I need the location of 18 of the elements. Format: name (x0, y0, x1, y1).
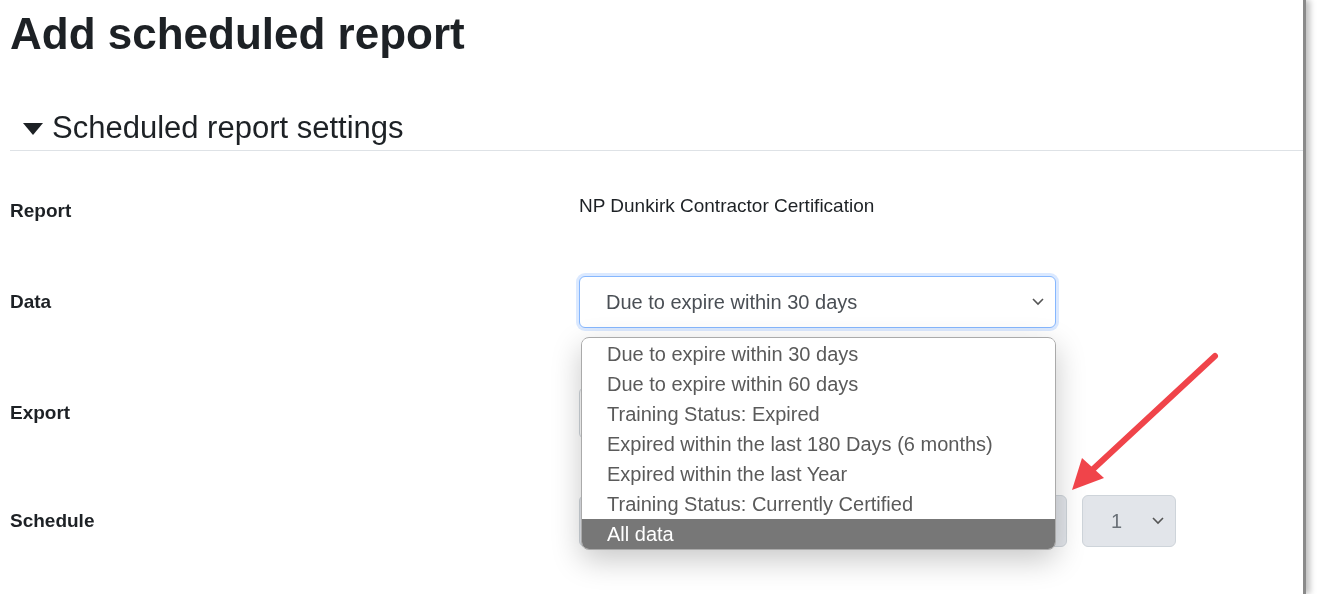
collapse-icon[interactable] (22, 120, 44, 136)
dropdown-option[interactable]: Due to expire within 30 days (582, 339, 1055, 369)
report-label: Report (10, 200, 73, 222)
dropdown-option[interactable]: Training Status: Expired (582, 399, 1055, 429)
export-label: Export (10, 402, 72, 424)
page-title: Add scheduled report (10, 8, 465, 60)
data-label: Data (10, 291, 53, 313)
dropdown-option[interactable]: All data (582, 519, 1055, 549)
chevron-icon (1151, 516, 1165, 526)
dropdown-option[interactable]: Expired within the last Year (582, 459, 1055, 489)
dropdown-option[interactable]: Due to expire within 60 days (582, 369, 1055, 399)
chevron-icon (1031, 297, 1045, 307)
report-value: NP Dunkirk Contractor Certification (579, 195, 876, 217)
schedule-label: Schedule (10, 510, 96, 532)
section-title: Scheduled report settings (52, 109, 404, 147)
dropdown-option[interactable]: Expired within the last 180 Days (6 months) (582, 429, 1055, 459)
data-select[interactable]: Due to expire within 30 days (579, 276, 1056, 328)
dropdown-option[interactable]: Training Status: Currently Certified (582, 489, 1055, 519)
